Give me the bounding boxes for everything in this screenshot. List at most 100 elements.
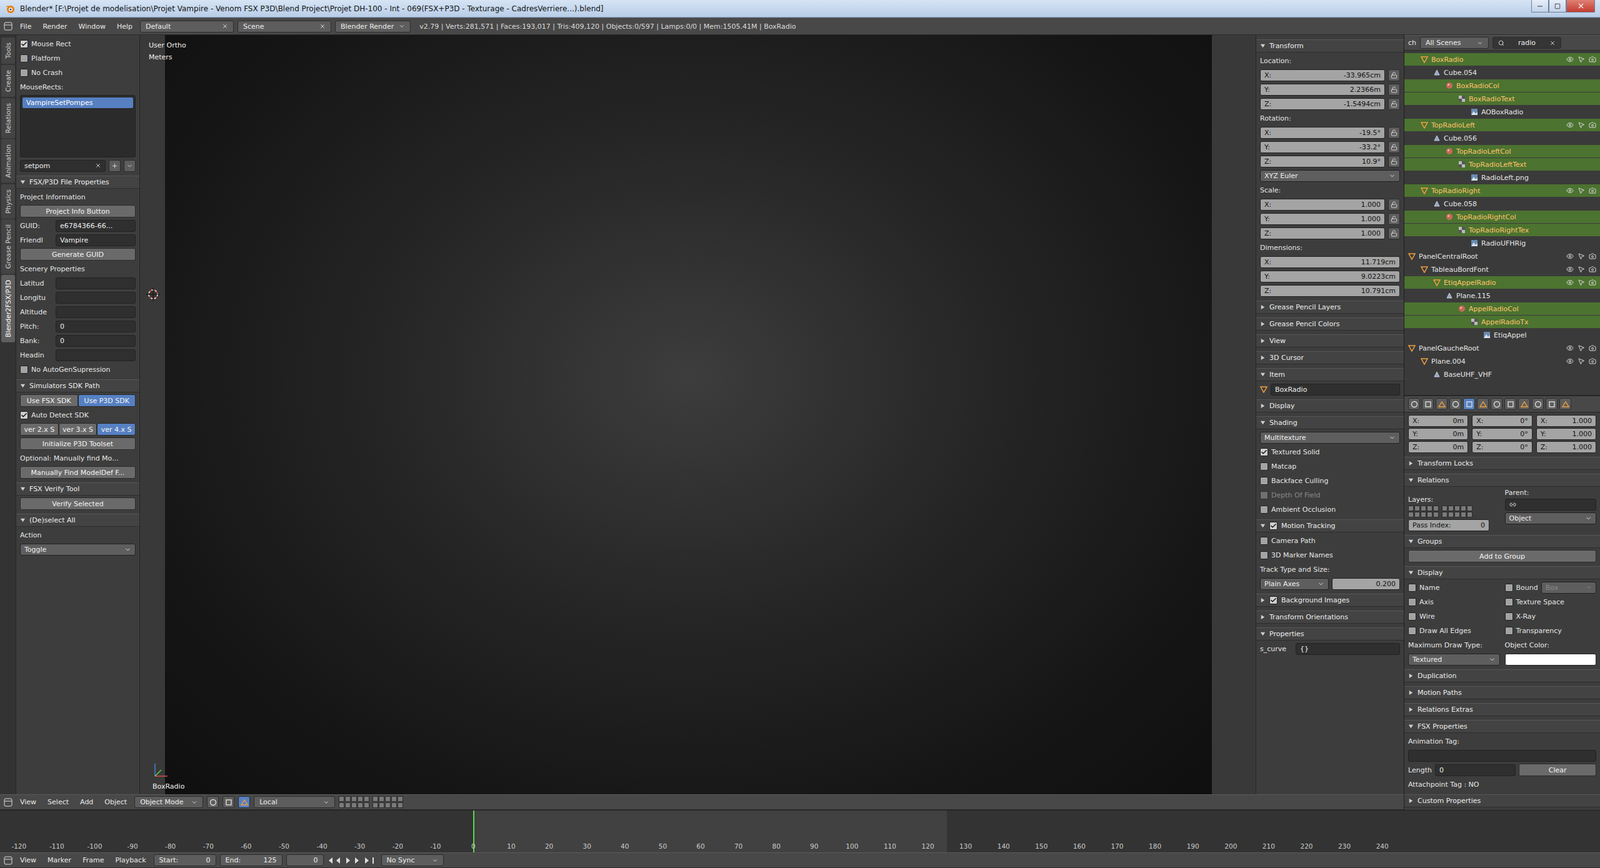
number-field[interactable]: Y:-33.2° [1260, 141, 1385, 154]
number-field[interactable]: Z:1.000 [1536, 441, 1597, 454]
select-arrow-icon[interactable] [1577, 121, 1585, 129]
scene-selector[interactable]: Scene [237, 20, 332, 33]
panel-header[interactable]: Simulators SDK Path [16, 379, 140, 393]
panel-header[interactable]: Grease Pencil Colors [1256, 317, 1404, 331]
eye-icon[interactable] [1566, 252, 1574, 260]
outliner-row[interactable]: EtiqAppelRadio [1404, 276, 1600, 289]
layer-cell[interactable] [1441, 505, 1448, 512]
menu-item[interactable]: Add [76, 798, 97, 807]
select-arrow-icon[interactable] [1577, 252, 1585, 260]
layer-cell[interactable] [351, 796, 357, 802]
disclosure-icon[interactable] [1408, 723, 1414, 730]
eye-icon[interactable] [1566, 186, 1574, 195]
layer-cell[interactable] [357, 796, 364, 802]
panel-header[interactable]: View [1256, 334, 1404, 348]
outliner-row[interactable]: Cube.054 [1404, 66, 1600, 79]
panel-header[interactable]: Properties [1256, 627, 1404, 641]
number-field[interactable]: X:0° [1471, 415, 1532, 427]
select-arrow-icon[interactable] [1577, 265, 1585, 274]
menu-item[interactable]: Marker [43, 856, 75, 865]
outliner-row[interactable]: PanelCentralRoot [1404, 250, 1600, 263]
select-arrow-icon[interactable] [1577, 344, 1585, 352]
checkbox[interactable] [20, 411, 29, 420]
disclosure-icon[interactable] [1408, 673, 1414, 679]
outliner-row[interactable]: RadioLeft.png [1404, 171, 1600, 184]
outliner-row[interactable]: AOBoxRadio [1404, 105, 1600, 119]
end-frame-field[interactable]: End:125 [220, 854, 283, 867]
properties-tab[interactable] [1421, 398, 1434, 410]
checkbox[interactable] [1408, 583, 1417, 592]
panel-header[interactable]: 3D Cursor [1256, 351, 1404, 365]
properties-tab[interactable] [1476, 398, 1489, 410]
checkbox[interactable] [1408, 598, 1417, 607]
render-engine-dropdown[interactable]: Blender Render [335, 20, 411, 33]
disclosure-icon[interactable] [1260, 420, 1266, 426]
camera-icon[interactable] [1588, 55, 1597, 64]
eye-icon[interactable] [1566, 278, 1574, 287]
outliner-row[interactable]: RadioUFHRig [1404, 236, 1600, 250]
disclosure-icon[interactable] [1260, 403, 1266, 409]
number-field[interactable]: X:0m [1408, 415, 1469, 427]
layer-cell[interactable] [1466, 505, 1473, 512]
layer-cell[interactable] [1454, 511, 1460, 518]
outliner-row[interactable]: AppelRadioCol [1404, 302, 1600, 315]
lock-button[interactable] [1388, 141, 1400, 154]
number-field[interactable]: Y:9.0223cm [1260, 270, 1400, 283]
outliner-row[interactable]: PanelGaucheRoot [1404, 341, 1600, 355]
menu-button[interactable] [123, 160, 136, 172]
checkbox-row[interactable]: Mouse Rect [20, 37, 136, 50]
button[interactable]: Verify Selected [20, 497, 136, 510]
number-field[interactable]: X:-33.965cm [1260, 69, 1385, 82]
toggle-button[interactable]: ver 4.x S [96, 423, 136, 436]
checkbox[interactable] [1408, 612, 1417, 621]
checkbox-row[interactable]: Depth Of Field [1260, 488, 1400, 502]
properties-tab[interactable] [1463, 398, 1475, 410]
camera-icon[interactable] [1588, 344, 1597, 352]
disclosure-icon[interactable] [1260, 43, 1266, 49]
layer-cell[interactable] [1448, 505, 1454, 512]
minimize-button[interactable] [1531, 0, 1549, 13]
layer-cell[interactable] [338, 802, 345, 809]
outliner-row[interactable]: TopRadioLeftCol [1404, 145, 1600, 158]
disclosure-icon[interactable] [1260, 371, 1266, 378]
property-field[interactable]: e6784366-66... [55, 220, 136, 232]
panel-header[interactable]: Item [1256, 368, 1404, 382]
menu-item[interactable]: Render [38, 22, 71, 31]
properties-tab[interactable] [1490, 398, 1503, 410]
checkbox[interactable] [1505, 598, 1514, 607]
menu-item[interactable]: View [16, 798, 40, 807]
select-arrow-icon[interactable] [1577, 55, 1585, 64]
editor-type-icon[interactable] [3, 21, 13, 31]
checkbox[interactable] [1505, 583, 1514, 592]
checkbox-row[interactable]: BoundBox [1505, 581, 1597, 594]
layers-grid[interactable] [338, 796, 404, 809]
layer-cell[interactable] [1460, 511, 1467, 518]
disclosure-icon[interactable] [1408, 706, 1414, 713]
checkbox[interactable] [1505, 626, 1514, 635]
disclosure-icon[interactable] [1408, 690, 1414, 696]
checkbox-row[interactable]: Texture Space [1505, 595, 1597, 609]
lock-button[interactable] [1388, 126, 1400, 139]
close-icon[interactable] [221, 23, 229, 30]
disclosure-icon[interactable] [1260, 321, 1266, 327]
checkbox-row[interactable]: Name [1408, 581, 1500, 594]
panel-header[interactable]: Transform Locks [1404, 456, 1600, 470]
number-field[interactable]: Y:1.000 [1536, 428, 1597, 440]
disclosure-icon[interactable] [1408, 570, 1414, 576]
layer-cell[interactable] [391, 796, 397, 802]
property-field[interactable] [55, 306, 136, 319]
outliner-row[interactable]: BoxRadioText [1404, 92, 1600, 105]
number-field[interactable]: X:11.719cm [1260, 256, 1400, 269]
button[interactable]: Project Info Button [20, 205, 136, 218]
maximize-button[interactable] [1548, 0, 1567, 13]
layer-cell[interactable] [1454, 505, 1460, 512]
outliner-row[interactable]: BoxRadio [1404, 53, 1600, 66]
disclosure-icon[interactable] [1408, 477, 1414, 484]
object-name-field[interactable]: BoxRadio [1270, 383, 1400, 396]
properties-tab[interactable] [1559, 398, 1572, 410]
toggle-button[interactable]: ver 2.x S [20, 423, 59, 436]
disclosure-icon[interactable] [1260, 338, 1266, 344]
lock-button[interactable] [1388, 69, 1400, 82]
lock-button[interactable] [1388, 198, 1400, 211]
panel-header[interactable]: Grease Pencil Layers [1256, 300, 1404, 314]
